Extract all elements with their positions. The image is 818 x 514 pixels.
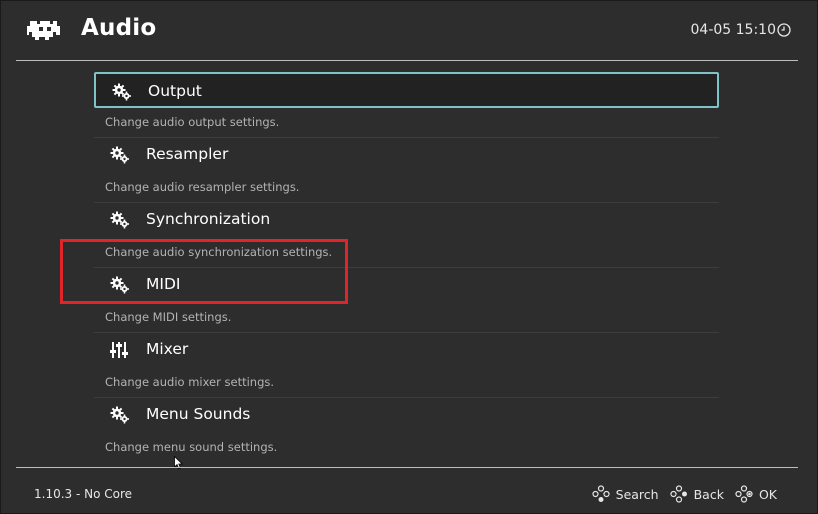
gears-icon [110, 146, 129, 164]
menu-row[interactable]: Mixer [94, 332, 719, 368]
gears-icon [112, 83, 131, 101]
page-title: Audio [81, 15, 157, 41]
menu-item-description: Change audio output settings. [105, 115, 280, 129]
menu-item-description: Change menu sound settings. [105, 440, 278, 454]
back-action-label: Back [693, 486, 724, 502]
gears-icon [110, 406, 129, 424]
menu-item-description: Change MIDI settings. [105, 310, 232, 324]
menu-item-description: Change audio mixer settings. [105, 375, 275, 389]
header-divider [16, 60, 798, 61]
clock-text: 04-05 15:10 [690, 22, 776, 38]
gamepad-buttons-icon [669, 485, 687, 503]
menu-item-midi[interactable]: MIDI Change MIDI settings. [94, 267, 719, 333]
menu-item-mixer[interactable]: Mixer Change audio mixer settings. [94, 332, 719, 398]
menu-item-description: Change audio resampler settings. [105, 180, 300, 194]
menu-item-label: Resampler [146, 145, 229, 163]
menu-item-label: Menu Sounds [146, 405, 251, 423]
menu-item-description: Change audio synchronization settings. [105, 245, 333, 259]
ok-action-label: OK [758, 486, 777, 502]
version-label: 1.10.3 - No Core [34, 487, 133, 501]
gears-icon [110, 211, 129, 229]
menu-row[interactable]: MIDI [94, 267, 719, 303]
retroarch-window: Audio 04-05 15:10 Output Change audio ou… [0, 0, 818, 514]
menu-item-resampler[interactable]: Resampler Change audio resampler setting… [94, 137, 719, 203]
menu-row[interactable]: Synchronization [94, 202, 719, 238]
footer-divider [16, 467, 798, 468]
menu-item-output[interactable]: Output Change audio output settings. [94, 72, 719, 138]
clock-icon [777, 23, 791, 37]
retroarch-invader-icon [27, 21, 60, 40]
menu-item-label: MIDI [146, 275, 181, 293]
gamepad-buttons-icon [592, 485, 610, 502]
menu-item-label: Synchronization [146, 210, 271, 228]
gamepad-buttons-icon [735, 485, 753, 503]
menu-row[interactable]: Menu Sounds [94, 397, 719, 433]
menu-row[interactable]: Resampler [94, 137, 719, 173]
footer-actions: Search Back OK [581, 485, 777, 503]
selected-row[interactable]: Output [94, 72, 719, 108]
back-action[interactable]: Back [669, 485, 724, 503]
header: Audio 04-05 15:10 [1, 1, 818, 61]
search-action-label: Search [615, 486, 659, 502]
settings-menu-list: Output Change audio output settings. Res… [94, 72, 719, 462]
ok-action[interactable]: OK [735, 485, 777, 503]
menu-item-label: Mixer [146, 340, 189, 358]
menu-item-label: Output [148, 82, 202, 100]
search-action[interactable]: Search [592, 485, 659, 503]
gears-icon [110, 276, 129, 294]
menu-item-synchronization[interactable]: Synchronization Change audio synchroniza… [94, 202, 719, 268]
sliders-icon [110, 342, 128, 358]
menu-item-menu-sounds[interactable]: Menu Sounds Change menu sound settings. [94, 397, 719, 462]
